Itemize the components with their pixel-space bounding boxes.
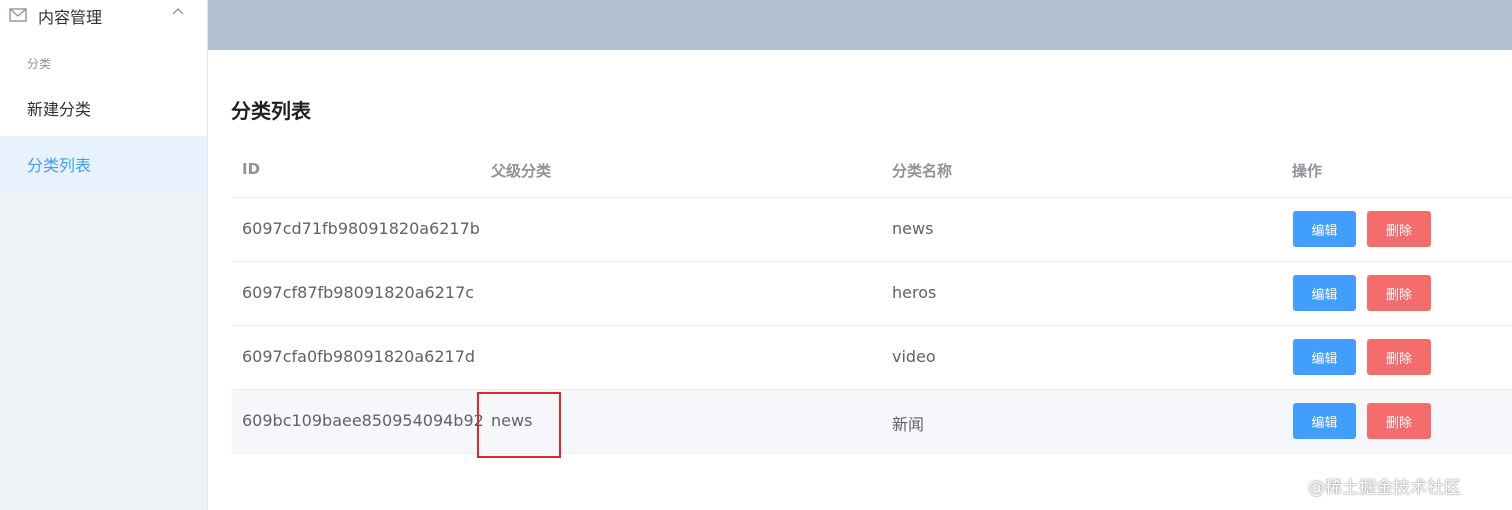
edit-button[interactable]: 编辑 <box>1293 339 1356 375</box>
menu-group-category: 分类 新建分类 分类列表 <box>0 30 207 192</box>
table-row: 6097cfa0fb98091820a6217d video 编辑 删除 <box>232 326 1512 390</box>
column-header-operations: 操作 <box>1292 162 1323 180</box>
column-header-id: ID <box>242 160 261 178</box>
page-title: 分类列表 <box>231 99 311 123</box>
cell-id: 609bc109baee850954094b92 <box>242 411 484 430</box>
header-bar <box>208 0 1512 50</box>
column-header-parent: 父级分类 <box>491 162 552 180</box>
chevron-up-icon[interactable] <box>171 6 185 16</box>
table-header: ID 父级分类 分类名称 操作 <box>232 140 1512 198</box>
delete-button[interactable]: 删除 <box>1367 339 1431 375</box>
delete-button[interactable]: 删除 <box>1367 403 1431 439</box>
table-row: 6097cd71fb98091820a6217b news 编辑 删除 <box>232 198 1512 262</box>
delete-button[interactable]: 删除 <box>1367 211 1431 247</box>
edit-button[interactable]: 编辑 <box>1293 211 1356 247</box>
sidebar-item-new-category[interactable]: 新建分类 <box>0 80 207 136</box>
edit-button[interactable]: 编辑 <box>1293 275 1356 311</box>
sidebar: 内容管理 分类 新建分类 分类列表 <box>0 0 208 510</box>
mail-icon <box>9 8 27 22</box>
cell-name: video <box>892 347 936 366</box>
cell-parent: news <box>491 411 533 430</box>
table-row: 6097cf87fb98091820a6217c heros 编辑 删除 <box>232 262 1512 326</box>
sidebar-item-category-list[interactable]: 分类列表 <box>0 136 207 192</box>
cell-id: 6097cfa0fb98091820a6217d <box>242 347 476 366</box>
edit-button[interactable]: 编辑 <box>1293 403 1356 439</box>
column-header-name: 分类名称 <box>892 162 953 180</box>
submenu-label: 内容管理 <box>38 8 103 27</box>
delete-button[interactable]: 删除 <box>1367 275 1431 311</box>
cell-name: 新闻 <box>892 415 925 434</box>
cell-id: 6097cf87fb98091820a6217c <box>242 283 475 302</box>
menu-group-title: 分类 <box>27 57 52 71</box>
cell-id: 6097cd71fb98091820a6217b <box>242 219 480 238</box>
watermark: @稀土掘金技术社区 <box>1308 478 1461 498</box>
category-table: ID 父级分类 分类名称 操作 6097cd71fb98091820a6217b… <box>232 140 1512 458</box>
cell-name: news <box>892 219 934 238</box>
app: 内容管理 分类 新建分类 分类列表 分类列表 ID 父级分类 分类名称 操作 6… <box>0 0 1512 510</box>
submenu-content-management[interactable]: 内容管理 <box>0 0 207 30</box>
cell-name: heros <box>892 283 937 302</box>
table-row: 609bc109baee850954094b92 news 新闻 编辑 删除 <box>232 390 1512 458</box>
